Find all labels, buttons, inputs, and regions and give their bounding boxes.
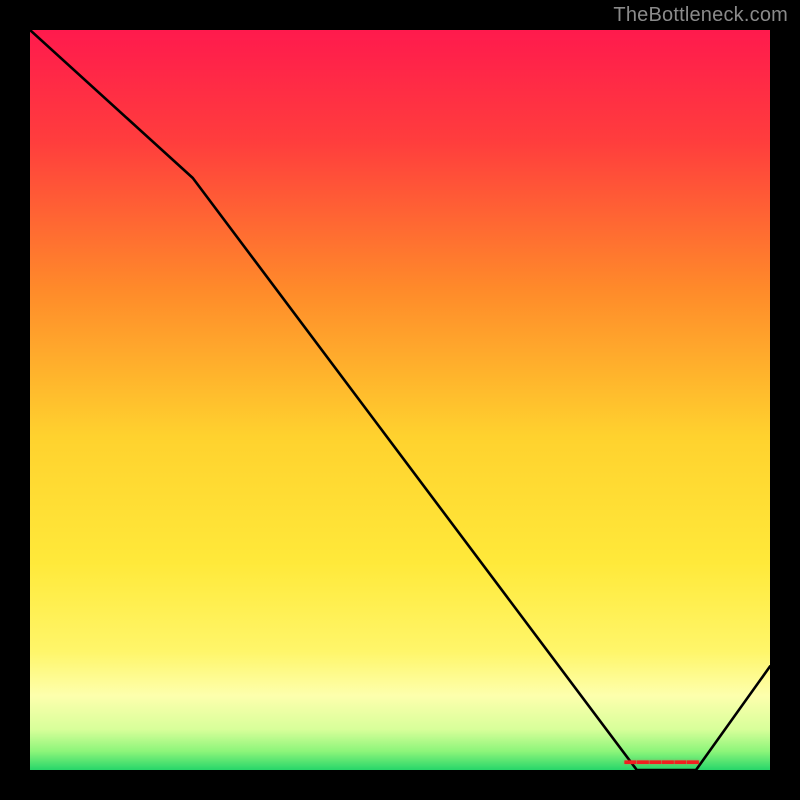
watermark-text: TheBottleneck.com [613,4,788,27]
plot-area: ▬▬▬▬▬▬ [30,30,770,770]
chart-svg [30,30,770,770]
gradient-background [30,30,770,770]
chart-frame: TheBottleneck.com ▬▬▬▬▬▬ [0,0,800,800]
x-axis-marker: ▬▬▬▬▬▬ [624,753,699,767]
